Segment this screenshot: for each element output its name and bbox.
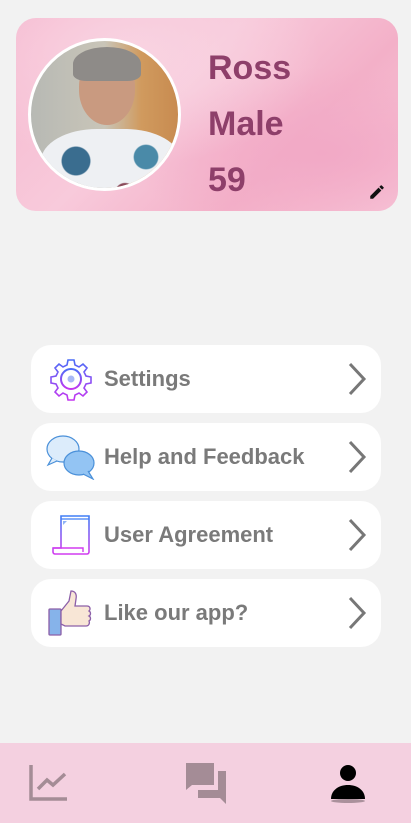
chevron-right-icon bbox=[348, 518, 367, 552]
thumbs-up-icon bbox=[46, 588, 96, 638]
gear-icon bbox=[46, 354, 96, 404]
nav-forum-icon[interactable] bbox=[184, 761, 228, 805]
profile-name: Ross bbox=[208, 49, 292, 87]
nav-profile-icon[interactable] bbox=[326, 761, 370, 805]
avatar bbox=[28, 38, 181, 191]
chevron-right-icon bbox=[348, 596, 367, 630]
menu-item-label: Help and Feedback bbox=[104, 444, 305, 469]
menu-item-user-agreement[interactable]: User Agreement bbox=[31, 501, 381, 569]
profile-age: 59 bbox=[208, 161, 246, 199]
profile-card: Ross Male 59 bbox=[16, 18, 398, 211]
edit-pencil-icon[interactable] bbox=[368, 183, 386, 201]
chevron-right-icon bbox=[348, 362, 367, 396]
menu-item-like-app[interactable]: Like our app? bbox=[31, 579, 381, 647]
profile-gender: Male bbox=[208, 105, 284, 143]
bottom-nav bbox=[0, 743, 411, 823]
document-icon bbox=[46, 510, 96, 560]
menu-item-settings[interactable]: Settings bbox=[31, 345, 381, 413]
chat-bubbles-icon bbox=[46, 432, 96, 482]
chevron-right-icon bbox=[348, 440, 367, 474]
nav-chart-icon[interactable] bbox=[26, 761, 70, 805]
menu-item-label: Like our app? bbox=[104, 600, 249, 625]
menu-item-help-feedback[interactable]: Help and Feedback bbox=[31, 423, 381, 491]
menu-item-label: User Agreement bbox=[104, 522, 274, 547]
menu-item-label: Settings bbox=[104, 366, 191, 391]
